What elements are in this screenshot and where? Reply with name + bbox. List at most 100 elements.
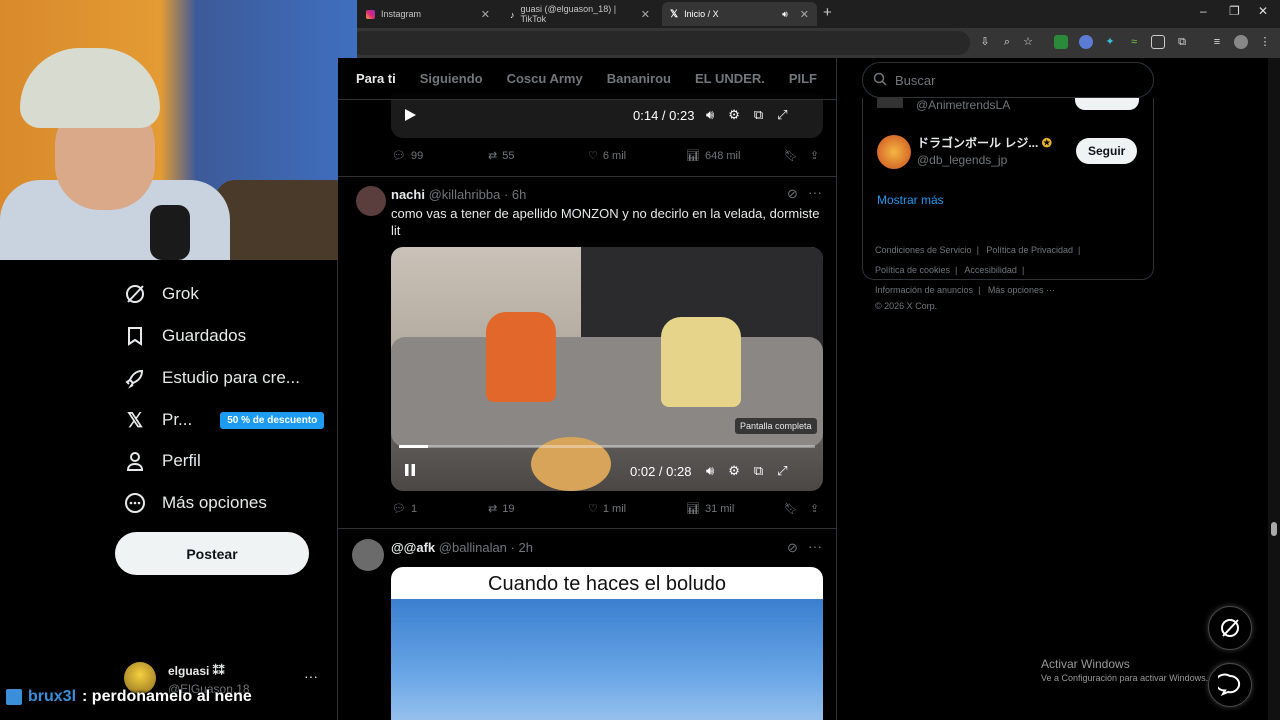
speaker-icon[interactable]: 🔊︎	[782, 9, 788, 20]
video-player[interactable]: 0:14 / 0:23 🔊︎ ⚙ ⧉ ⤢	[391, 94, 823, 138]
reply-button[interactable]: 💬︎ 99	[392, 149, 423, 163]
scrollbar-thumb[interactable]	[1271, 522, 1277, 536]
tweet-media[interactable]: Cuando te haces el boludo	[391, 567, 823, 720]
link-ads-info[interactable]: Información de anuncios	[875, 285, 973, 295]
profile-icon[interactable]	[1234, 35, 1248, 49]
author-name[interactable]: @@afk	[391, 540, 435, 555]
more-icon[interactable]: ···	[808, 184, 822, 200]
extension-icon[interactable]: ≈	[1127, 35, 1141, 49]
like-button[interactable]: ♡ 1 mil	[588, 502, 626, 516]
follow-name[interactable]: ドラゴンボール レジ... ✪	[917, 134, 1052, 151]
sidebar-item-perfil[interactable]: Perfil	[124, 450, 201, 472]
tab-bananirou[interactable]: Bananirou	[607, 71, 671, 86]
new-tab-button[interactable]: +	[823, 4, 832, 21]
close-icon[interactable]: ✕	[800, 8, 809, 21]
sidebar-item-premium[interactable]: 𝕏 Pr... 50 % de descuento	[124, 409, 325, 432]
close-window-button[interactable]: ✕	[1258, 4, 1268, 18]
post-button[interactable]: Postear	[115, 532, 309, 575]
more-icon[interactable]: ···	[304, 668, 318, 684]
link-more-options[interactable]: Más opciones ···	[988, 285, 1055, 295]
avatar[interactable]	[352, 539, 384, 571]
bookmark-button[interactable]: 🔖︎	[784, 149, 798, 162]
follow-handle[interactable]: @AnimetrendsLA	[916, 98, 1010, 112]
repost-button[interactable]: ⇄ 19	[488, 502, 514, 516]
extension-icon[interactable]	[1054, 35, 1068, 49]
share-button[interactable]: ⇪	[810, 149, 819, 162]
views-button[interactable]: 📊︎ 31 mil	[686, 502, 735, 516]
follow-button[interactable]	[1075, 98, 1139, 110]
tab-el-under[interactable]: EL UNDER.	[695, 71, 765, 86]
avatar[interactable]	[877, 135, 911, 169]
view-count: 31 mil	[704, 502, 735, 515]
menu-icon[interactable]: ⋮	[1258, 35, 1272, 49]
sidebar-item-label: Pr...	[162, 410, 193, 429]
reading-list-icon[interactable]: ≡	[1210, 35, 1224, 49]
show-more-link[interactable]: Mostrar más	[877, 193, 944, 207]
extension-icon[interactable]	[1151, 35, 1165, 49]
video-progress-track[interactable]	[399, 445, 815, 448]
link-cookies[interactable]: Política de cookies	[875, 265, 950, 275]
more-icon[interactable]: ···	[808, 538, 822, 554]
play-button[interactable]	[403, 108, 417, 122]
avatar[interactable]	[356, 186, 386, 216]
tab-siguiendo[interactable]: Siguiendo	[420, 71, 483, 86]
pause-button[interactable]	[403, 463, 417, 477]
like-button[interactable]: ♡ 6 mil	[588, 149, 626, 163]
omnibox[interactable]	[350, 31, 970, 55]
minimize-button[interactable]: –	[1200, 4, 1207, 18]
fullscreen-icon[interactable]: ⤢	[777, 107, 787, 123]
tab-coscu-army[interactable]: Coscu Army	[507, 71, 583, 86]
tweet-time[interactable]: · 2h	[511, 540, 533, 555]
sidebar-item-estudio[interactable]: Estudio para cre...	[124, 367, 300, 389]
watermark-title: Activar Windows	[1041, 657, 1130, 671]
tab-inicio-x[interactable]: 𝕏 Inicio / X 🔊︎ ✕	[662, 2, 817, 26]
tab-pilf[interactable]: PILF	[789, 71, 817, 86]
extension-icon[interactable]	[1079, 35, 1093, 49]
repost-button[interactable]: ⇄ 55	[488, 149, 514, 163]
puzzle-icon[interactable]: ⧉	[1175, 35, 1189, 49]
fullscreen-icon[interactable]: ⤢	[777, 463, 787, 479]
messages-fab-button[interactable]	[1208, 663, 1252, 707]
zoom-icon[interactable]: ⌕	[1000, 35, 1014, 49]
pip-icon[interactable]: ⧉	[754, 463, 763, 479]
volume-icon[interactable]: 🔊︎	[706, 463, 714, 479]
link-terms[interactable]: Condiciones de Servicio	[875, 245, 972, 255]
link-privacy[interactable]: Política de Privacidad	[986, 245, 1073, 255]
settings-icon[interactable]: ⚙	[728, 463, 740, 479]
close-icon[interactable]: ✕	[481, 8, 490, 21]
author-handle[interactable]: @killahribba	[429, 187, 501, 202]
grok-icon[interactable]: ⊘	[787, 186, 798, 202]
sidebar-item-mas-opciones[interactable]: Más opciones	[124, 492, 267, 514]
tweet-time[interactable]: · 6h	[504, 187, 526, 202]
tweet-actions: 💬︎ 1 ⇄ 19 ♡ 1 mil 📊︎ 31 mil 🔖︎ ⇪	[392, 502, 822, 518]
bookmark-button[interactable]: 🔖︎	[784, 502, 798, 515]
reply-button[interactable]: 💬︎ 1	[392, 502, 417, 516]
tab-instagram[interactable]: Instagram ✕	[358, 2, 498, 26]
sidebar-item-label: Guardados	[162, 326, 247, 345]
avatar[interactable]	[877, 98, 903, 108]
scrollbar[interactable]	[1268, 58, 1280, 720]
sidebar-item-grok[interactable]: Grok	[124, 283, 199, 305]
close-icon[interactable]: ✕	[641, 8, 650, 21]
pip-icon[interactable]: ⧉	[754, 107, 763, 123]
install-icon[interactable]: ⇩	[978, 35, 992, 49]
video-player[interactable]: Pantalla completa 0:02 / 0:28 🔊︎ ⚙ ⧉ ⤢	[391, 247, 823, 491]
star-icon[interactable]: ☆	[1021, 35, 1035, 49]
restore-button[interactable]: ❐	[1229, 4, 1240, 18]
follow-button[interactable]: Seguir	[1076, 138, 1138, 164]
volume-icon[interactable]: 🔊︎	[706, 107, 714, 123]
author-handle[interactable]: @ballinalan	[439, 540, 507, 555]
follow-handle[interactable]: @db_legends_jp	[917, 153, 1007, 167]
tab-tiktok[interactable]: ♪ guasi (@elguason_18) | TikTok ✕	[502, 2, 658, 26]
settings-icon[interactable]: ⚙	[728, 107, 740, 123]
author-name[interactable]: nachi	[391, 187, 425, 202]
sidebar-item-guardados[interactable]: Guardados	[124, 325, 246, 347]
search-box[interactable]: Buscar	[862, 62, 1154, 98]
share-button[interactable]: ⇪	[810, 502, 819, 515]
views-button[interactable]: 📊︎ 648 mil	[686, 149, 740, 163]
grok-fab-button[interactable]	[1208, 606, 1252, 650]
extension-icon[interactable]: ✦	[1103, 35, 1117, 49]
grok-icon[interactable]: ⊘	[787, 540, 798, 556]
tab-para-ti[interactable]: Para ti	[356, 71, 396, 86]
link-accessibility[interactable]: Accesibilidad	[964, 265, 1017, 275]
